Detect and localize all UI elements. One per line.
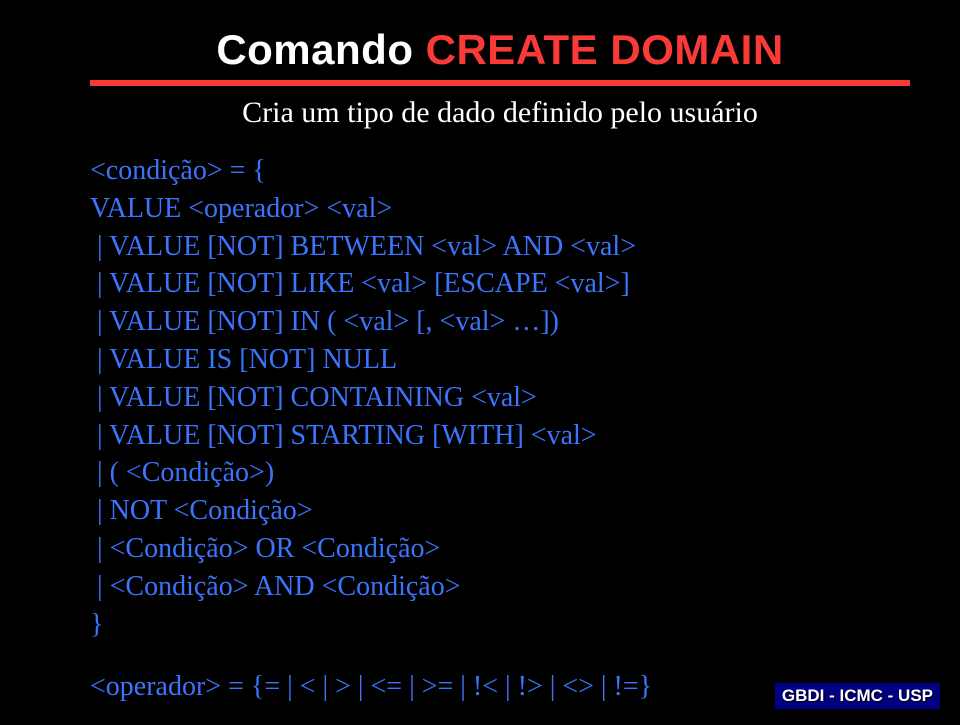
syntax-line: | ( <Condição>) [90, 454, 910, 492]
slide: Comando CREATE DOMAIN Cria um tipo de da… [0, 0, 960, 725]
footer-badge: GBDI - ICMC - USP [775, 683, 940, 709]
title-part2: CREATE DOMAIN [426, 26, 784, 73]
syntax-line: | <Condição> OR <Condição> [90, 530, 910, 568]
syntax-line: VALUE <operador> <val> [90, 190, 910, 228]
syntax-line: } [90, 606, 910, 644]
syntax-line: | VALUE [NOT] BETWEEN <val> AND <val> [90, 228, 910, 266]
slide-subtitle: Cria um tipo de dado definido pelo usuár… [90, 96, 910, 130]
title-underline [90, 80, 910, 86]
title-part1: Comando [216, 26, 425, 73]
syntax-line: | VALUE [NOT] STARTING [WITH] <val> [90, 417, 910, 455]
syntax-line: <condição> = { [90, 152, 910, 190]
syntax-line: | VALUE IS [NOT] NULL [90, 341, 910, 379]
syntax-line: | VALUE [NOT] CONTAINING <val> [90, 379, 910, 417]
slide-title: Comando CREATE DOMAIN [90, 26, 910, 74]
syntax-line: | <Condição> AND <Condição> [90, 568, 910, 606]
syntax-block: <condição> = { VALUE <operador> <val> | … [90, 152, 910, 643]
syntax-line: | VALUE [NOT] LIKE <val> [ESCAPE <val>] [90, 265, 910, 303]
syntax-line: | VALUE [NOT] IN ( <val> [, <val> …]) [90, 303, 910, 341]
syntax-line: | NOT <Condição> [90, 492, 910, 530]
